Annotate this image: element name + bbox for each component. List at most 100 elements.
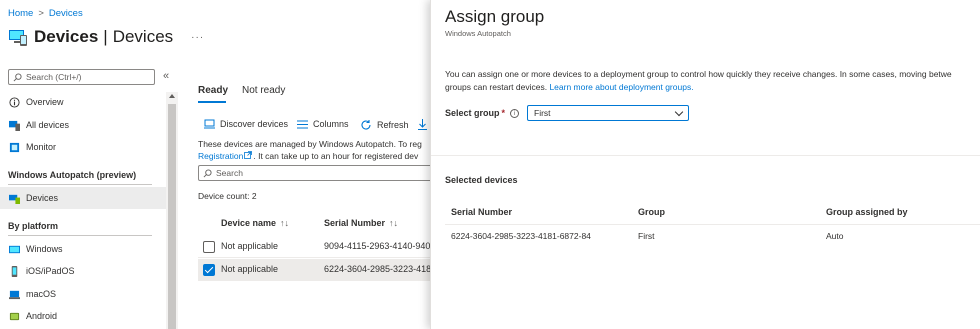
search-icon: [203, 168, 212, 177]
sidebar-item-label: Monitor: [26, 142, 57, 152]
sort-icon: ↑↓: [280, 218, 290, 228]
device-search-placeholder: Search: [216, 168, 243, 178]
columns-button[interactable]: Columns: [297, 119, 349, 129]
sidebar-item-label: Devices: [26, 193, 59, 203]
columns-icon: [297, 120, 308, 128]
panel-divider: [431, 155, 980, 156]
more-options-button[interactable]: ···: [191, 32, 204, 43]
all-devices-icon: [9, 120, 20, 131]
sidebar-item-windows[interactable]: Windows: [0, 238, 166, 260]
sidebar-divider: [8, 235, 152, 236]
panel-description: You can assign one or more devices to a …: [445, 68, 980, 94]
panel-description-text: groups can restart devices.: [445, 82, 548, 92]
learn-more-link[interactable]: Learn more about deployment groups.: [549, 82, 693, 92]
panel-subtitle: Windows Autopatch: [445, 29, 511, 38]
page-title: Devices: [34, 27, 99, 46]
column-header-serial-number[interactable]: Serial Number ↑↓: [324, 218, 398, 228]
info-line-1: These devices are managed by Windows Aut…: [198, 139, 422, 149]
sidebar-item-label: macOS: [26, 289, 57, 299]
export-button[interactable]: [418, 119, 427, 130]
device-name-cell: Not applicable: [221, 264, 279, 274]
columns-label: Columns: [313, 119, 349, 129]
panel-description-line-1: You can assign one or more devices to a …: [445, 69, 952, 79]
column-header-device-name[interactable]: Device name ↑↓: [221, 218, 289, 228]
row-checkbox[interactable]: [203, 264, 215, 276]
sidebar-search-input[interactable]: Search (Ctrl+/): [8, 69, 155, 85]
column-header-label: Device name: [221, 218, 277, 228]
page-title-separator: |: [103, 27, 108, 46]
table-row[interactable]: Not applicable 9094-4115-2963-4140-940: [198, 236, 438, 258]
chevron-down-icon: [674, 107, 684, 116]
selected-serial-cell: 6224-3604-2985-3223-4181-6872-84: [451, 231, 591, 241]
sidebar-search-placeholder: Search (Ctrl+/): [26, 72, 82, 82]
sidebar-item-devices[interactable]: Devices: [0, 187, 166, 209]
devices-icon: [9, 30, 27, 46]
sidebar-item-macos[interactable]: macOS: [0, 283, 166, 305]
collapse-sidebar-button[interactable]: «: [163, 70, 169, 82]
sidebar-divider: [8, 184, 152, 185]
device-search-input[interactable]: Search: [198, 165, 438, 181]
sidebar-item-label: Overview: [26, 97, 64, 107]
required-marker: *: [501, 108, 506, 118]
info-text: These devices are managed by Windows Aut…: [198, 138, 430, 162]
table-row[interactable]: Not applicable 6224-3604-2985-3223-418: [198, 259, 438, 281]
laptop-icon: [9, 290, 20, 299]
sidebar-section-autopatch: Windows Autopatch (preview): [8, 170, 137, 180]
discover-devices-label: Discover devices: [220, 119, 289, 129]
sidebar-item-ios[interactable]: iOS/iPadOS: [0, 260, 166, 282]
monitor-icon: [9, 142, 20, 152]
panel-title: Assign group: [445, 7, 545, 26]
select-group-dropdown[interactable]: First: [527, 105, 689, 121]
serial-number-cell: 6224-3604-2985-3223-418: [324, 264, 432, 274]
sort-icon: ↑↓: [389, 218, 399, 228]
breadcrumb-separator: >: [38, 8, 44, 19]
sidebar-item-android[interactable]: Android: [0, 305, 166, 327]
selected-devices-heading: Selected devices: [445, 175, 518, 185]
tab-ready[interactable]: Ready: [198, 85, 228, 96]
sidebar-item-monitor[interactable]: Monitor: [0, 136, 166, 158]
sidebar-scrollbar[interactable]: [166, 92, 178, 329]
sidebar-item-label: Windows: [26, 244, 63, 254]
search-icon: [13, 72, 22, 81]
sidebar-item-label: iOS/iPadOS: [26, 266, 75, 276]
sidebar-item-label: All devices: [26, 120, 70, 130]
devices-icon: [9, 194, 20, 204]
breadcrumb-home-link[interactable]: Home: [8, 8, 33, 19]
page-subtitle: Devices: [112, 27, 174, 46]
phone-icon: [11, 265, 18, 277]
column-header-group-assigned-by: Group assigned by: [826, 207, 908, 217]
breadcrumb: Home > Devices: [8, 8, 83, 19]
serial-number-cell: 9094-4115-2963-4140-940: [324, 241, 431, 251]
android-icon: [9, 312, 20, 320]
scroll-up-icon[interactable]: [169, 94, 175, 98]
sidebar-item-label: Android: [26, 311, 58, 321]
select-group-label: Select group * i: [445, 108, 520, 119]
page-header: Devices | Devices ···: [8, 27, 204, 47]
tab-not-ready[interactable]: Not ready: [242, 85, 285, 96]
select-group-value: First: [534, 108, 551, 118]
info-icon[interactable]: i: [510, 109, 520, 119]
table-header-divider: [445, 224, 980, 225]
info-line-2: Registration . It can take up to an hour …: [198, 150, 430, 162]
active-tab-indicator: [198, 101, 226, 103]
assign-group-panel: Assign group Windows Autopatch You can a…: [430, 0, 980, 329]
sidebar-item-all-devices[interactable]: All devices: [0, 114, 166, 136]
scrollbar-thumb[interactable]: [168, 104, 176, 329]
external-link-icon: [244, 151, 253, 159]
selected-assigned-by-cell: Auto: [826, 231, 844, 241]
device-count: Device count: 2: [198, 191, 257, 201]
windows-icon: [9, 245, 20, 253]
breadcrumb-devices-link[interactable]: Devices: [49, 8, 83, 19]
column-header-serial-number: Serial Number: [451, 207, 513, 217]
sidebar-section-platform: By platform: [8, 221, 59, 231]
refresh-button[interactable]: Refresh: [360, 119, 409, 131]
download-icon: [418, 119, 427, 130]
discover-devices-button[interactable]: Discover devices: [204, 119, 288, 129]
refresh-label: Refresh: [377, 120, 409, 130]
panel-description-line-2: groups can restart devices. Learn more a…: [445, 81, 980, 94]
sidebar-item-overview[interactable]: Overview: [0, 91, 166, 113]
column-header-group: Group: [638, 207, 665, 217]
discover-icon: [204, 119, 215, 129]
row-checkbox[interactable]: [203, 241, 215, 253]
registration-link[interactable]: Registration: [198, 151, 243, 161]
